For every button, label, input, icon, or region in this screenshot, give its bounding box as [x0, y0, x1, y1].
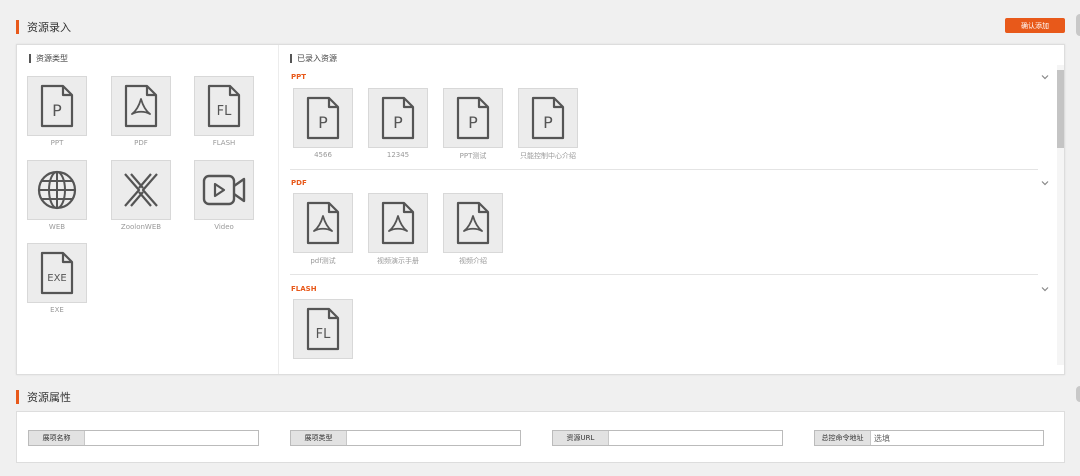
scrollbar-thumb[interactable]: [1057, 70, 1064, 148]
section-header-attributes: 资源属性: [16, 389, 71, 405]
resource-item[interactable]: pdf测试: [293, 193, 353, 266]
zoolon-web-icon: [124, 173, 158, 207]
tile-label: Video: [214, 223, 234, 231]
resource-types-header: 资源类型: [29, 53, 68, 64]
svg-text:FL: FL: [316, 327, 331, 342]
svg-text:P: P: [318, 113, 328, 132]
resource-url-field[interactable]: 资源URL: [552, 430, 783, 446]
field-label: 展项名称: [29, 431, 85, 445]
scrollbar[interactable]: [1057, 65, 1064, 365]
resource-types-title: 资源类型: [36, 54, 68, 63]
edge-handle[interactable]: [1076, 14, 1080, 36]
accent-bar: [16, 20, 19, 34]
resource-types-column: 资源类型 P PPT PDF FL FLASH WEB ZoolonWEB Vi…: [17, 45, 279, 374]
tile-label: ZoolonWEB: [120, 223, 162, 231]
flash-file-icon: FL: [207, 84, 241, 128]
ppt-file-icon: P: [306, 96, 340, 140]
pdf-file-icon: [306, 201, 340, 245]
tile-label: PDF: [134, 139, 148, 147]
chevron-down-icon[interactable]: [1040, 284, 1050, 294]
group-divider: [290, 274, 1038, 275]
entered-resources-column: 已录入资源 PPT P 4566 P 12345 P PPT测试 P 只能控制中…: [280, 45, 1064, 374]
resource-type-video[interactable]: Video: [194, 160, 254, 231]
control-command-address-field[interactable]: 总控命令地址: [814, 430, 1044, 446]
group-title-flash: FLASH: [291, 285, 317, 293]
resource-url-input[interactable]: [609, 431, 782, 445]
svg-text:P: P: [52, 101, 62, 120]
tile-label: EXE: [50, 306, 64, 314]
accent-bar: [16, 390, 19, 404]
resource-item-label: PPT测试: [459, 152, 487, 160]
ppt-file-icon: P: [531, 96, 565, 140]
resource-type-exe[interactable]: EXE EXE: [27, 243, 87, 314]
chevron-down-icon[interactable]: [1040, 178, 1050, 188]
resource-item[interactable]: FL: [293, 299, 353, 362]
control-command-address-input[interactable]: [871, 431, 1043, 445]
resource-item[interactable]: P 只能控制中心介绍: [518, 88, 578, 161]
field-label: 展项类型: [291, 431, 347, 445]
resource-item-label: 视频演示手册: [377, 257, 419, 265]
ppt-file-icon: P: [381, 96, 415, 140]
tile-label: WEB: [48, 223, 66, 231]
resource-item-label: 12345: [386, 151, 410, 159]
resource-type-ppt[interactable]: P PPT: [27, 76, 87, 147]
tile-label: FLASH: [212, 139, 236, 147]
confirm-add-button[interactable]: 确认添加: [1005, 18, 1065, 33]
resource-type-web[interactable]: WEB: [27, 160, 87, 231]
chevron-down-icon[interactable]: [1040, 72, 1050, 82]
entered-resources-title: 已录入资源: [297, 54, 337, 63]
field-label: 总控命令地址: [815, 431, 871, 445]
group-title-ppt: PPT: [291, 73, 307, 81]
field-label: 资源URL: [553, 431, 609, 445]
resource-type-zoolonweb[interactable]: ZoolonWEB: [111, 160, 171, 231]
globe-icon: [37, 170, 77, 210]
resource-item-label: 视频介绍: [459, 257, 487, 265]
exhibit-type-input[interactable]: [347, 431, 520, 445]
svg-text:EXE: EXE: [47, 273, 67, 284]
flash-file-icon: FL: [306, 307, 340, 351]
svg-text:P: P: [543, 113, 553, 132]
ppt-file-icon: P: [456, 96, 490, 140]
resource-item-label: 4566: [314, 151, 332, 159]
exe-file-icon: EXE: [40, 251, 74, 295]
exhibit-type-field[interactable]: 展项类型: [290, 430, 521, 446]
resource-type-pdf[interactable]: PDF: [111, 76, 171, 147]
svg-text:P: P: [468, 113, 478, 132]
exhibit-name-input[interactable]: [85, 431, 258, 445]
resource-attributes-panel: 展项名称 展项类型 资源URL 总控命令地址: [16, 411, 1065, 463]
edge-handle[interactable]: [1076, 386, 1080, 402]
entered-resources-header: 已录入资源: [290, 53, 337, 64]
exhibit-name-field[interactable]: 展项名称: [28, 430, 259, 446]
section-header-entry: 资源录入: [16, 19, 71, 35]
group-title-pdf: PDF: [291, 179, 307, 187]
resource-item[interactable]: 视频介绍: [443, 193, 503, 266]
resource-item[interactable]: P PPT测试: [443, 88, 503, 161]
resource-type-flash[interactable]: FL FLASH: [194, 76, 254, 147]
svg-text:FL: FL: [217, 104, 232, 119]
resource-item-label: pdf测试: [310, 257, 336, 265]
group-divider: [290, 169, 1038, 170]
video-camera-icon: [202, 174, 246, 206]
resource-item[interactable]: 视频演示手册: [368, 193, 428, 266]
ppt-file-icon: P: [40, 84, 74, 128]
section-title: 资源录入: [27, 21, 71, 34]
svg-text:P: P: [393, 113, 403, 132]
pdf-file-icon: [456, 201, 490, 245]
resource-entry-panel: 资源类型 P PPT PDF FL FLASH WEB ZoolonWEB Vi…: [16, 44, 1065, 375]
pdf-file-icon: [381, 201, 415, 245]
resource-item-label: 只能控制中心介绍: [520, 152, 576, 160]
resource-item[interactable]: P 12345: [368, 88, 428, 159]
section-title: 资源属性: [27, 391, 71, 404]
tile-label: PPT: [50, 139, 64, 147]
resource-item[interactable]: P 4566: [293, 88, 353, 159]
pdf-file-icon: [124, 84, 158, 128]
